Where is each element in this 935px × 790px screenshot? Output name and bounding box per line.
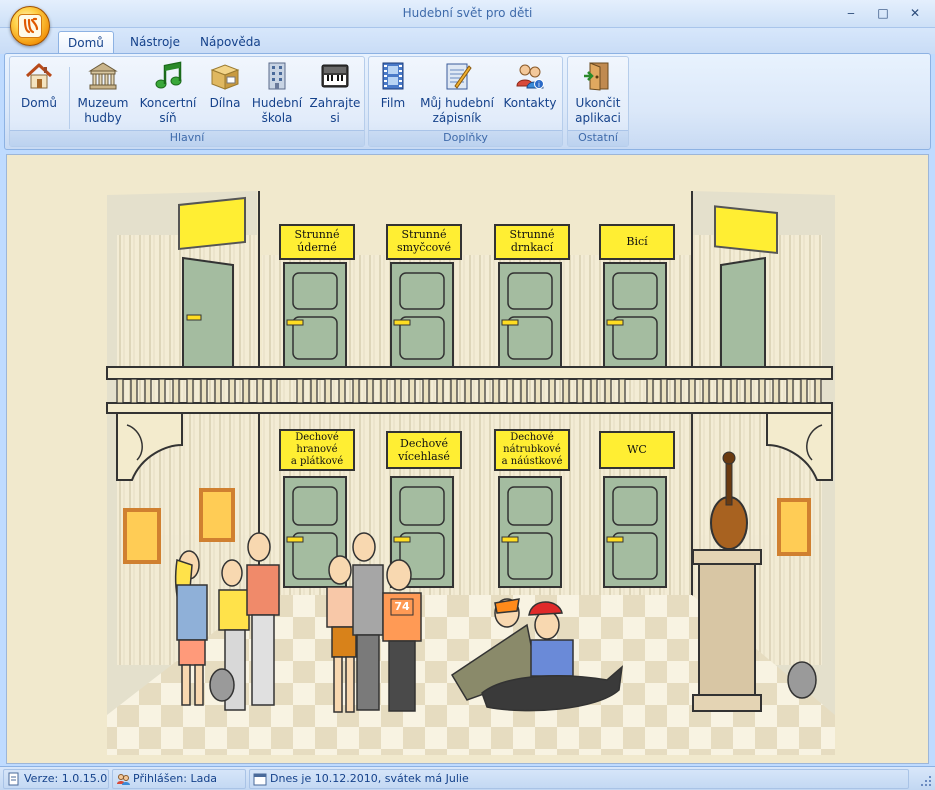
sign-wc[interactable]: WC (600, 443, 674, 456)
resize-grip-icon[interactable] (920, 775, 932, 787)
muzeum-hudby-button[interactable]: Muzeum hudby (72, 60, 134, 132)
dilna-button[interactable]: Dílna (202, 60, 248, 132)
sign-line: a náústkové (501, 456, 563, 467)
sign-dechove-natrubkove[interactable]: Dechové nátrubkové a náústkové (495, 432, 569, 468)
sign-line: Dechové (400, 437, 448, 450)
sign-line: Strunné (401, 228, 447, 241)
film-icon (377, 60, 409, 92)
sign-strunne-uderne[interactable]: Strunné úderné (280, 228, 354, 254)
domu-button[interactable]: Domů (14, 60, 64, 132)
koncertni-label-1: Koncertní (139, 96, 197, 110)
svg-text:i: i (538, 81, 540, 89)
hall-illustration (7, 155, 928, 763)
status-bar: Verze: 1.0.15.0 Přihlášen: Lada Dnes je … (0, 766, 935, 790)
ribbon-group-doplnky: Film Můj hudební zápisník i Kontakty Dop… (368, 56, 563, 147)
ukoncit-aplikaci-button[interactable]: Ukončit aplikaci (570, 60, 626, 132)
koncertni-label-2: síň (159, 111, 177, 125)
muj-hudebni-zapisnik-button[interactable]: Můj hudební zápisník (417, 60, 497, 132)
window-title: Hudební svět pro děti (402, 6, 533, 20)
hudebni-skola-label-1: Hudební (251, 96, 303, 110)
exit-door-icon (582, 60, 614, 92)
group-label-doplnky: Doplňky (369, 130, 562, 146)
tab-domu[interactable]: Domů (58, 31, 114, 54)
calendar-icon (253, 772, 267, 786)
close-button[interactable]: ✕ (901, 4, 929, 22)
muzeum-label-1: Muzeum (77, 96, 129, 110)
application-menu-button[interactable] (10, 6, 50, 46)
sign-strunne-smyccove[interactable]: Strunné smyčcové (387, 228, 461, 254)
user-text: Přihlášen: Lada (133, 772, 218, 785)
ribbon-tab-bar: Domů Nástroje Nápověda (0, 28, 935, 54)
title-bar: Hudební svět pro děti ‒ □ ✕ (0, 0, 935, 28)
museum-icon (87, 60, 119, 92)
ukoncit-label-1: Ukončit (575, 96, 621, 110)
music-note-icon (152, 60, 184, 92)
koncertni-sin-button[interactable]: Koncertní síň (136, 60, 200, 132)
kontakty-button[interactable]: i Kontakty (501, 60, 559, 132)
sign-strunne-drnkaci[interactable]: Strunné drnkací (495, 228, 569, 254)
group-label-hlavni: Hlavní (10, 130, 364, 146)
notebook-icon (441, 60, 473, 92)
app-logo-icon (18, 14, 42, 38)
sign-line: nátrubkové (503, 444, 561, 455)
ribbon-group-ostatni: Ukončit aplikaci Ostatní (567, 56, 629, 147)
version-text: Verze: 1.0.15.0 (24, 772, 108, 785)
zahrajte-si-button[interactable]: Zahrajte si (306, 60, 364, 132)
tab-napoveda[interactable]: Nápověda (191, 31, 270, 54)
film-label: Film (380, 96, 406, 110)
sign-line: Strunné (294, 228, 340, 241)
minimize-button[interactable]: ‒ (837, 4, 865, 22)
sign-line: a plátkové (290, 456, 344, 467)
date-text: Dnes je 10.12.2010, svátek má Julie (270, 772, 469, 785)
zahrajte-label-2: si (330, 111, 340, 125)
domu-label: Domů (21, 96, 57, 110)
film-button[interactable]: Film (373, 60, 413, 132)
box-icon (209, 60, 241, 92)
sign-bici[interactable]: Bicí (600, 235, 674, 248)
music-hall-scene: Strunné úderné Strunné smyčcové Strunné … (6, 154, 929, 764)
sign-line: Bicí (626, 235, 648, 248)
separator (69, 67, 70, 129)
sign-line: hranové (296, 444, 338, 455)
hudebni-skola-label-2: škola (261, 111, 293, 125)
ribbon-group-hlavni: Domů Muzeum hudby Koncertní síň Dílna Hu… (9, 56, 365, 147)
zahrajte-label-1: Zahrajte (309, 96, 361, 110)
sign-dechove-vicehlase[interactable]: Dechové vícehlasé (387, 437, 461, 463)
keyboard-icon (319, 60, 351, 92)
group-label-ostatni: Ostatní (568, 130, 628, 146)
sign-line: Dechové (510, 432, 554, 443)
hudebni-skola-button[interactable]: Hudební škola (248, 60, 306, 132)
users-icon (116, 772, 130, 786)
status-user: Přihlášen: Lada (112, 769, 246, 789)
sign-line: úderné (297, 241, 337, 254)
status-version: Verze: 1.0.15.0 (3, 769, 109, 789)
building-icon (261, 60, 293, 92)
house-icon (23, 60, 55, 92)
kontakty-label: Kontakty (503, 96, 557, 110)
ribbon: Domů Muzeum hudby Koncertní síň Dílna Hu… (4, 53, 931, 150)
zapisnik-label-2: zápisník (432, 111, 482, 125)
document-icon (7, 772, 21, 786)
ukoncit-label-2: aplikaci (575, 111, 621, 125)
sign-line: vícehlasé (398, 450, 450, 463)
contacts-icon: i (514, 60, 546, 92)
status-date: Dnes je 10.12.2010, svátek má Julie (249, 769, 909, 789)
sign-line: drnkací (510, 241, 554, 254)
sign-line: Dechové (295, 432, 339, 443)
sign-line: WC (627, 443, 647, 456)
shirt-number: 74 (394, 600, 410, 613)
sign-line: Strunné (509, 228, 555, 241)
maximize-button[interactable]: □ (869, 4, 897, 22)
dilna-label: Dílna (209, 96, 241, 110)
sign-line: smyčcové (397, 241, 451, 254)
zapisnik-label-1: Můj hudební (420, 96, 494, 110)
tab-nastroje[interactable]: Nástroje (121, 31, 189, 54)
sign-dechove-hranove[interactable]: Dechové hranové a plátkové (280, 432, 354, 468)
muzeum-label-2: hudby (84, 111, 122, 125)
